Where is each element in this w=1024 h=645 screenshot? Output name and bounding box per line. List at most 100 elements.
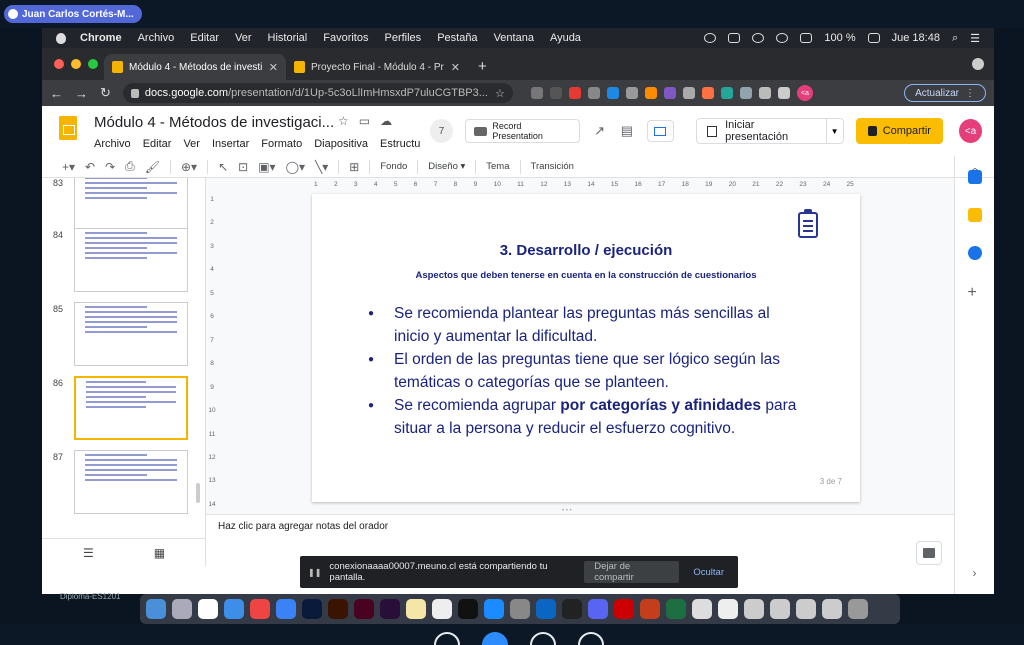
new-slide-icon[interactable]: +▾ <box>62 160 75 174</box>
photoshop-icon[interactable] <box>302 599 322 619</box>
redo-icon[interactable]: ↷ <box>105 160 115 174</box>
menu-archivo[interactable]: Archivo <box>94 138 131 150</box>
battery-icon[interactable] <box>867 33 880 43</box>
close-tab-icon[interactable]: ✕ <box>451 61 460 74</box>
back-icon[interactable]: ← <box>50 86 63 101</box>
mac-menu-chrome[interactable]: Chrome <box>80 32 122 44</box>
slide-thumbnail-selected[interactable] <box>74 376 188 440</box>
paint-format-icon[interactable]: 🖌 <box>145 160 160 174</box>
mac-menu-editar[interactable]: Editar <box>190 32 219 44</box>
participant-pill[interactable]: Juan Carlos Cortés-M... <box>4 5 142 23</box>
slide-title[interactable]: 3. Desarrollo / ejecución <box>312 242 860 259</box>
illustrator-icon[interactable] <box>328 599 348 619</box>
document-title[interactable]: Módulo 4 - Métodos de investigaci... <box>94 114 334 131</box>
reaction-icon[interactable] <box>434 632 460 645</box>
add-note-button[interactable] <box>916 541 942 565</box>
extension-icon[interactable] <box>644 87 657 99</box>
bullet-item[interactable]: Se recomienda agrupar por categorías y a… <box>368 394 808 440</box>
transition-button[interactable]: Transición <box>531 161 574 172</box>
preview-icon[interactable] <box>692 599 712 619</box>
speaker-notes-placeholder[interactable]: Haz clic para agregar notas del orador <box>218 521 388 532</box>
bullet-item[interactable]: El orden de las preguntas tiene que ser … <box>368 348 808 394</box>
extension-icon[interactable] <box>625 87 638 99</box>
playlist-icon[interactable] <box>777 87 790 99</box>
clock[interactable]: Jue 18:48 <box>892 32 940 44</box>
slide-thumbnail[interactable] <box>74 302 188 366</box>
apple-icon[interactable] <box>56 32 66 44</box>
bluetooth-icon[interactable] <box>752 33 765 43</box>
screenshot-icon[interactable] <box>822 599 842 619</box>
present-dropdown-button[interactable]: ▼ <box>825 119 843 143</box>
menu-ver[interactable]: Ver <box>183 138 200 150</box>
slide[interactable]: 3. Desarrollo / ejecución Aspectos que d… <box>312 194 860 502</box>
menu-editar[interactable]: Editar <box>143 138 172 150</box>
slide-thumbnail[interactable] <box>74 450 188 514</box>
add-addon-icon[interactable]: + <box>968 284 982 301</box>
launchpad-icon[interactable] <box>172 599 192 619</box>
app-store-icon[interactable] <box>484 599 504 619</box>
firefox-icon[interactable] <box>276 599 296 619</box>
extension-icon[interactable] <box>530 87 543 99</box>
activity-trend-icon[interactable]: ↗ <box>592 123 607 138</box>
reload-icon[interactable]: ↻ <box>100 85 111 101</box>
document-icon[interactable] <box>718 599 738 619</box>
bookmark-star-icon[interactable]: ☆ <box>495 87 505 100</box>
thumbnail-row[interactable]: 83 <box>42 178 205 232</box>
screenshot-icon[interactable] <box>796 599 816 619</box>
menu-formato[interactable]: Formato <box>261 138 302 150</box>
lock-icon[interactable] <box>130 88 139 98</box>
extension-icon[interactable] <box>701 87 714 99</box>
print-icon[interactable]: ⎙ <box>125 159 135 174</box>
extension-icon[interactable] <box>720 87 733 99</box>
camera-icon[interactable] <box>587 87 600 99</box>
close-window-button[interactable] <box>54 59 64 69</box>
share-button[interactable]: Compartir <box>855 118 943 144</box>
slide-subtitle[interactable]: Aspectos que deben tenerse en cuenta en … <box>312 270 860 281</box>
grid-view-icon[interactable]: ☰ <box>83 546 94 560</box>
chat-icon[interactable] <box>530 632 556 645</box>
zoom-icon[interactable]: ⊕▾ <box>181 160 197 174</box>
extension-icon[interactable] <box>549 87 562 99</box>
thumbnail-row[interactable]: 85 <box>42 298 205 372</box>
calendar-app-icon[interactable] <box>198 599 218 619</box>
forward-icon[interactable]: → <box>75 86 88 101</box>
safari-icon[interactable] <box>224 599 244 619</box>
add-comment-icon[interactable]: ⊞ <box>349 160 359 174</box>
adblock-icon[interactable] <box>568 87 581 99</box>
close-tab-icon[interactable]: ✕ <box>269 61 278 74</box>
discord-icon[interactable] <box>588 599 608 619</box>
filezilla-icon[interactable] <box>614 599 634 619</box>
comment-count-badge[interactable]: 7 <box>430 119 454 143</box>
puzzle-icon[interactable] <box>758 87 771 99</box>
keep-icon[interactable] <box>967 208 982 222</box>
extension-icon[interactable] <box>739 87 752 99</box>
participants-icon[interactable] <box>482 632 508 645</box>
menu-estructura[interactable]: Estructu <box>380 138 420 150</box>
move-folder-icon[interactable]: ▭ <box>359 114 370 128</box>
maximize-window-button[interactable] <box>88 59 98 69</box>
xd-icon[interactable] <box>380 599 400 619</box>
chrome-icon[interactable] <box>250 599 270 619</box>
apple-tv-icon[interactable] <box>458 599 478 619</box>
shape-icon[interactable]: ◯▾ <box>286 160 305 174</box>
address-bar[interactable]: docs.google.com/presentation/d/1Up-5c3oL… <box>122 83 513 103</box>
airplay-icon[interactable] <box>728 33 741 43</box>
filmstrip-view-icon[interactable]: ▦ <box>154 546 165 560</box>
indesign-icon[interactable] <box>354 599 374 619</box>
tab-proyecto-final[interactable]: Proyecto Final - Módulo 4 - Pr ✕ <box>286 54 468 80</box>
theme-button[interactable]: Tema <box>486 161 509 172</box>
text-box-icon[interactable]: ⊡ <box>238 160 248 174</box>
thumbnail-row[interactable]: 84 <box>42 224 205 298</box>
tab-modulo4[interactable]: Módulo 4 - Métodos de investi ✕ <box>104 54 286 80</box>
github-icon[interactable] <box>562 599 582 619</box>
stop-sharing-button[interactable]: Dejar de compartir <box>584 561 680 583</box>
slides-logo-icon[interactable] <box>59 116 77 140</box>
calendar-icon[interactable] <box>967 170 982 184</box>
layout-button[interactable]: Diseño ▾ <box>428 161 465 172</box>
hide-banner-button[interactable]: Ocultar <box>687 567 730 578</box>
system-preferences-icon[interactable] <box>510 599 530 619</box>
vscode-icon[interactable] <box>536 599 556 619</box>
slide-thumbnail[interactable] <box>74 228 188 292</box>
reminders-icon[interactable] <box>432 599 452 619</box>
control-center-icon[interactable]: ☰ <box>970 32 980 45</box>
